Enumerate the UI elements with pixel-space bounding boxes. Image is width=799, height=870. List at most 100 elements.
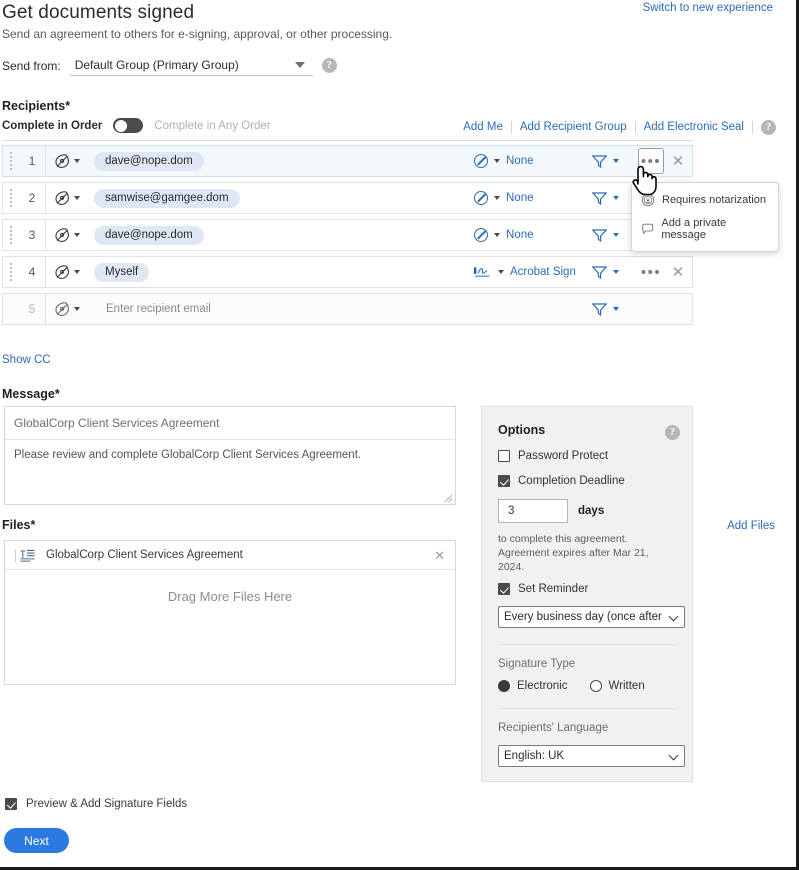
- option-password-protect[interactable]: Password Protect: [498, 450, 676, 462]
- chevron-down-icon: [74, 307, 80, 311]
- authentication-selector[interactable]: [592, 154, 632, 168]
- recipient-email-chip[interactable]: dave@nope.dom: [94, 151, 204, 171]
- table-row[interactable]: 5 Enter recipient email: [2, 293, 693, 325]
- table-row[interactable]: 3 dave@nope.dom None: [2, 219, 693, 251]
- recipients-help-icon[interactable]: ?: [761, 120, 776, 135]
- recipient-role-selector[interactable]: None: [474, 191, 592, 205]
- authentication-selector[interactable]: [592, 302, 632, 316]
- chevron-down-icon: [613, 159, 619, 163]
- written-radio-button[interactable]: [589, 680, 602, 692]
- deadline-days-input[interactable]: 3: [498, 499, 568, 523]
- file-name: GlobalCorp Client Services Agreement: [46, 549, 243, 561]
- preview-add-signature-fields-row[interactable]: Preview & Add Signature Fields: [5, 798, 187, 810]
- file-drag-handle-icon[interactable]: [12, 548, 19, 562]
- add-recipient-group-link[interactable]: Add Recipient Group: [512, 121, 636, 134]
- days-unit-label: days: [578, 505, 605, 517]
- remove-recipient-button[interactable]: ✕: [664, 259, 692, 285]
- resize-grip-icon[interactable]: [444, 494, 453, 503]
- signer-type-selector[interactable]: [46, 153, 90, 169]
- drag-handle-icon[interactable]: [3, 257, 19, 287]
- radio-electronic[interactable]: Electronic: [498, 680, 568, 692]
- chevron-down-icon: [668, 750, 679, 761]
- recipient-email-chip[interactable]: samwise@gamgee.dom: [94, 188, 240, 208]
- no-entry-icon: [474, 228, 488, 242]
- signer-type-selector[interactable]: [46, 301, 90, 317]
- send-from-select[interactable]: Default Group (Primary Group): [69, 55, 313, 76]
- row-more-options-button[interactable]: •••: [638, 148, 664, 174]
- options-panel: Options ? Password Protect Completion De…: [481, 406, 693, 782]
- menu-item-requires-notarization[interactable]: Requires notarization: [632, 188, 778, 212]
- completion-deadline-checkbox[interactable]: [498, 475, 510, 487]
- recipient-email-input-placeholder[interactable]: Enter recipient email: [106, 303, 211, 315]
- remove-recipient-button[interactable]: ✕: [664, 148, 692, 174]
- add-me-link[interactable]: Add Me: [455, 121, 512, 134]
- chevron-down-icon: [613, 270, 619, 274]
- complete-in-order-label: Complete in Order: [2, 119, 103, 132]
- password-protect-checkbox[interactable]: [498, 450, 510, 462]
- recipient-email-chip[interactable]: dave@nope.dom: [94, 225, 204, 245]
- message-required-mark: *: [54, 387, 60, 401]
- pen-nib-icon: [55, 153, 69, 168]
- set-reminder-checkbox[interactable]: [498, 583, 510, 595]
- drag-handle-icon[interactable]: [3, 220, 19, 250]
- drag-handle-icon[interactable]: [3, 146, 19, 176]
- option-set-reminder[interactable]: Set Reminder: [498, 583, 676, 595]
- chevron-down-icon: [294, 62, 305, 68]
- recipients-language-select[interactable]: English: UK: [498, 745, 685, 767]
- reminder-frequency-select[interactable]: Every business day (once after: [498, 606, 685, 628]
- recipient-role-label: None: [506, 155, 534, 167]
- recipient-role-selector[interactable]: None: [474, 154, 592, 168]
- signer-type-selector[interactable]: [46, 264, 90, 280]
- page-title: Get documents signed: [2, 2, 195, 23]
- recipient-index: 3: [28, 228, 36, 242]
- divider: [498, 708, 676, 709]
- option-completion-deadline[interactable]: Completion Deadline: [498, 475, 676, 487]
- add-files-link[interactable]: Add Files: [727, 520, 775, 532]
- table-row[interactable]: 1 dave@nope.dom None ••• ✕: [2, 145, 693, 177]
- app-window: Switch to new experience Get documents s…: [0, 0, 799, 870]
- row-more-options-button: [638, 296, 664, 322]
- recipient-email-chip[interactable]: Myself: [94, 262, 150, 282]
- table-row[interactable]: 2 samwise@gamgee.dom None: [2, 182, 693, 214]
- preview-signature-fields-checkbox[interactable]: [5, 798, 17, 810]
- message-subject-input[interactable]: GlobalCorp Client Services Agreement: [5, 407, 455, 440]
- recipient-role-selector[interactable]: Acrobat Sign: [474, 265, 592, 279]
- recipient-role-label: None: [506, 229, 534, 241]
- signature-type-radio-group: Electronic Written: [498, 680, 676, 692]
- document-icon: [20, 549, 35, 562]
- options-help-icon[interactable]: ?: [665, 425, 680, 440]
- menu-item-label: Requires notarization: [662, 194, 766, 206]
- recipient-options-menu[interactable]: Requires notarization Add a private mess…: [631, 182, 779, 252]
- remove-file-button[interactable]: ✕: [434, 548, 445, 564]
- message-body-text: Please review and complete GlobalCorp Cl…: [14, 449, 362, 461]
- show-cc-link[interactable]: Show CC: [2, 354, 51, 366]
- menu-item-add-private-message[interactable]: Add a private message: [632, 212, 778, 246]
- funnel-icon: [592, 265, 607, 279]
- divider: [498, 644, 676, 645]
- authentication-selector[interactable]: [592, 265, 632, 279]
- complete-order-toggle[interactable]: [113, 118, 144, 133]
- recipients-divider: [2, 140, 693, 141]
- drag-handle-icon[interactable]: [3, 183, 19, 213]
- table-row[interactable]: 4 Myself Acrobat Sign ••• ✕: [2, 256, 693, 288]
- signer-type-selector[interactable]: [46, 227, 90, 243]
- switch-to-new-experience-link[interactable]: Switch to new experience: [643, 2, 773, 14]
- signer-type-selector[interactable]: [46, 190, 90, 206]
- files-dropzone[interactable]: GlobalCorp Client Services Agreement ✕ D…: [4, 540, 456, 685]
- option-label: Set Reminder: [518, 583, 589, 595]
- reminder-frequency-value: Every business day (once after: [504, 611, 662, 623]
- add-electronic-seal-link[interactable]: Add Electronic Seal: [636, 121, 753, 134]
- recipient-role-selector[interactable]: None: [474, 228, 592, 242]
- recipient-list: 1 dave@nope.dom None ••• ✕ 2 samwise@gam…: [2, 145, 693, 330]
- message-body-textarea[interactable]: Please review and complete GlobalCorp Cl…: [5, 440, 455, 504]
- radio-written[interactable]: Written: [589, 680, 645, 692]
- next-button[interactable]: Next: [4, 828, 69, 853]
- list-item[interactable]: GlobalCorp Client Services Agreement ✕: [5, 541, 455, 570]
- electronic-radio-button[interactable]: [498, 680, 510, 692]
- authentication-selector[interactable]: [592, 228, 632, 242]
- chevron-down-icon: [74, 196, 80, 200]
- complete-in-any-order-label: Complete in Any Order: [154, 119, 271, 132]
- send-from-help-icon[interactable]: ?: [321, 58, 337, 73]
- authentication-selector[interactable]: [592, 191, 632, 205]
- row-more-options-button[interactable]: •••: [638, 259, 664, 285]
